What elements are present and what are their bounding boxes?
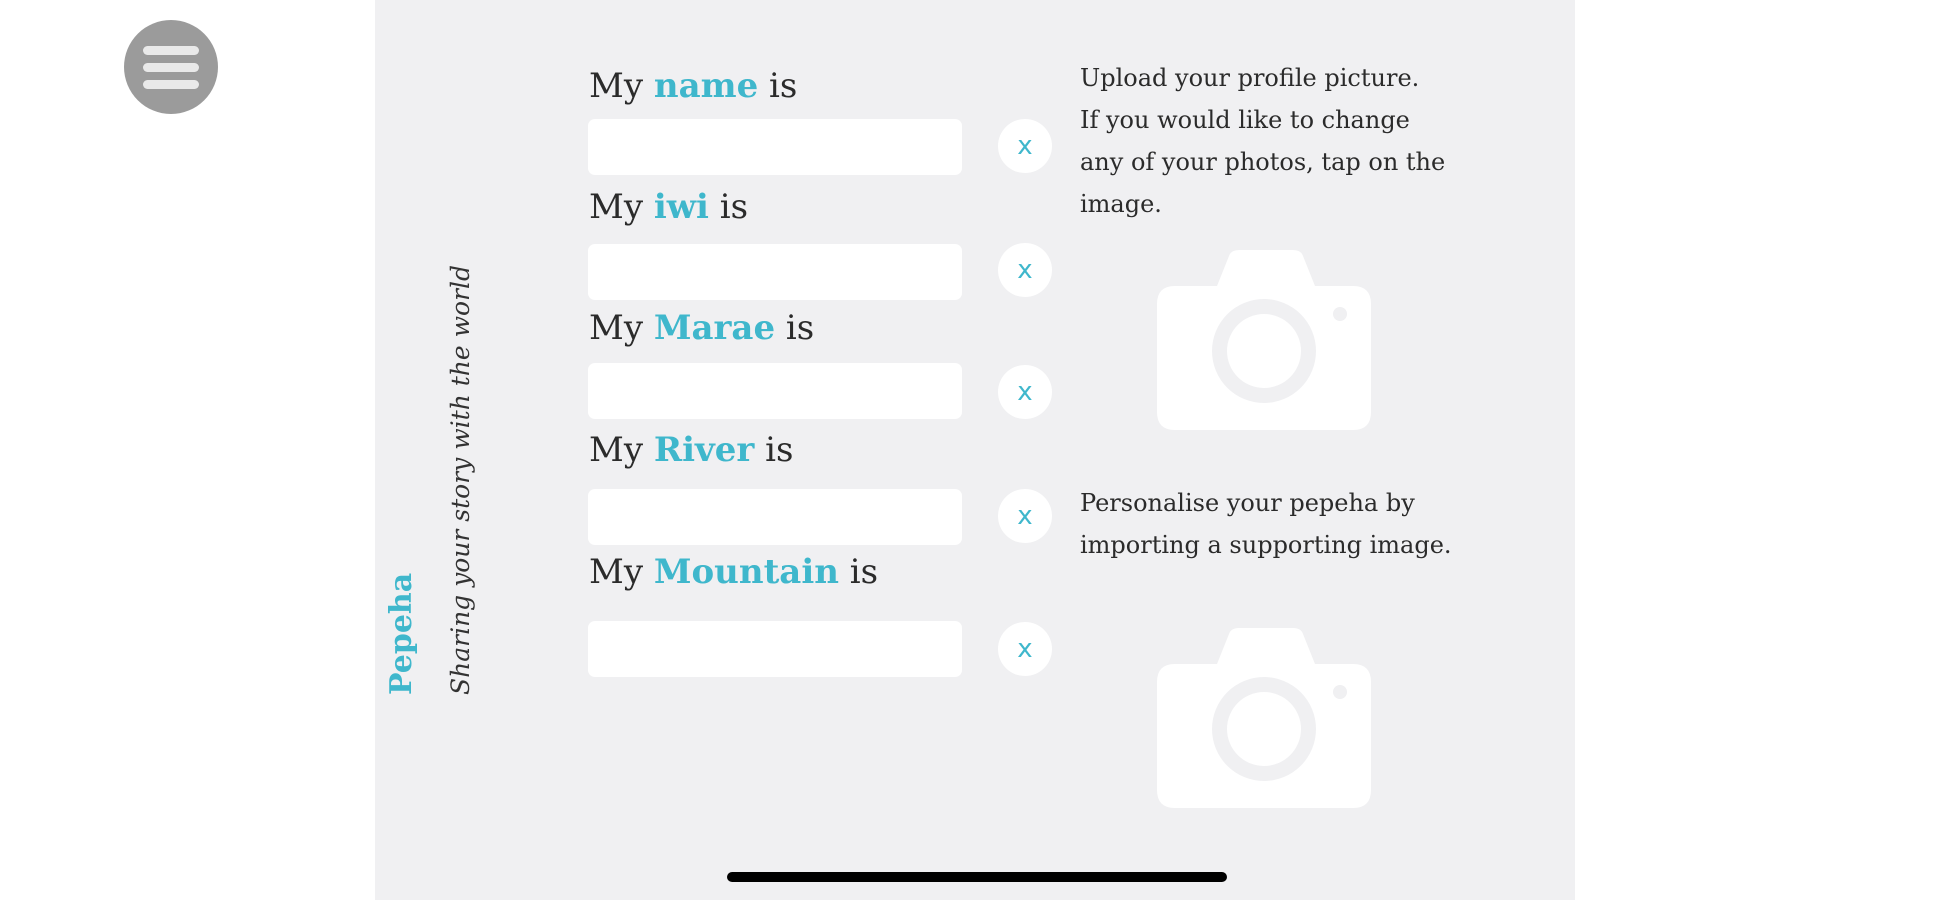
menu-icon-bar — [143, 62, 199, 72]
marae-input[interactable] — [588, 363, 962, 419]
app-title: Pepeha — [384, 572, 419, 695]
name-label: My name is — [589, 66, 798, 106]
menu-button[interactable] — [124, 20, 218, 114]
supporting-image-instructions: Personalise your pepeha by importing a s… — [1080, 489, 1452, 559]
marae-label: My Marae is — [589, 308, 815, 348]
name-clear-button[interactable]: x — [998, 119, 1052, 173]
menu-icon-bar — [143, 79, 199, 89]
river-clear-button[interactable]: x — [998, 489, 1052, 543]
iwi-clear-button[interactable]: x — [998, 243, 1052, 297]
menu-icon-bar — [143, 45, 199, 55]
iwi-input[interactable] — [588, 244, 962, 300]
home-indicator[interactable] — [727, 872, 1227, 882]
river-label: My River is — [589, 430, 794, 470]
profile-upload-instructions: Upload your profile picture. If you woul… — [1080, 64, 1446, 218]
mountain-label: My Mountain is — [589, 552, 879, 592]
iwi-label: My iwi is — [589, 187, 749, 227]
supporting-image-camera-icon[interactable] — [1157, 628, 1371, 808]
mountain-input[interactable] — [588, 621, 962, 677]
mountain-clear-button[interactable]: x — [998, 622, 1052, 676]
river-input[interactable] — [588, 489, 962, 545]
app-subtitle: Sharing your story with the world — [446, 264, 475, 695]
name-input[interactable] — [588, 119, 962, 175]
marae-clear-button[interactable]: x — [998, 365, 1052, 419]
profile-picture-camera-icon[interactable] — [1157, 250, 1371, 430]
